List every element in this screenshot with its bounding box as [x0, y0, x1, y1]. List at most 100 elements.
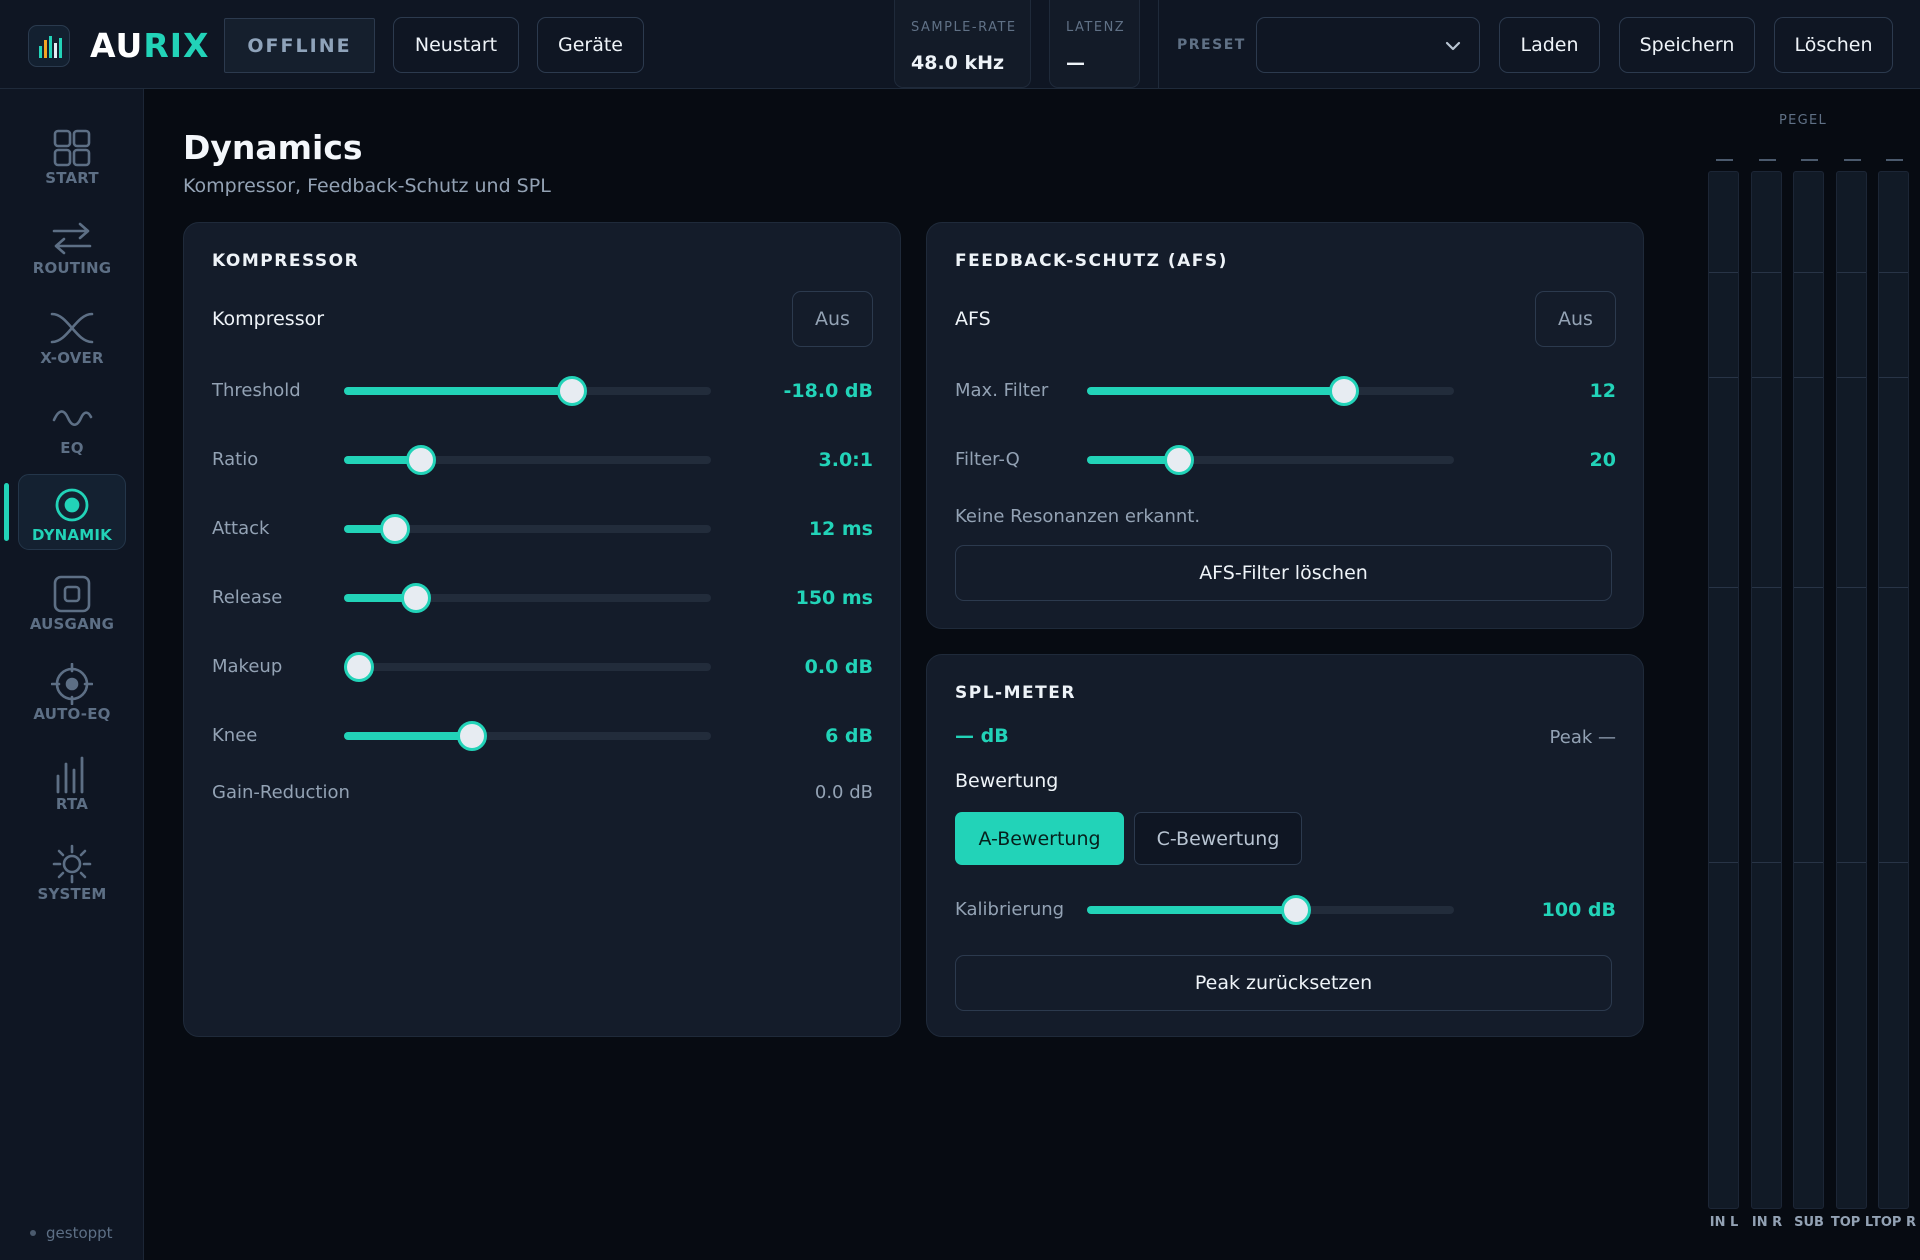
- max-filter-label: Max. Filter: [955, 380, 1049, 401]
- release-slider[interactable]: [344, 583, 711, 613]
- meter-tick: [1752, 272, 1781, 273]
- sidebar-item-label: AUSGANG: [29, 615, 115, 633]
- spl-card: SPL-METER — dB Peak — Bewertung A-Bewert…: [926, 654, 1644, 1037]
- ratio-slider[interactable]: [344, 445, 711, 475]
- filter-q-slider[interactable]: [1087, 445, 1454, 475]
- meter-tick: [1879, 862, 1908, 863]
- slider-thumb[interactable]: [380, 514, 411, 544]
- threshold-slider[interactable]: [344, 376, 711, 406]
- grid-icon: [52, 128, 92, 168]
- meter-tick: [1837, 272, 1866, 273]
- meter-tick: [1709, 862, 1738, 863]
- meter-tick: [1709, 587, 1738, 588]
- status-dot-icon: [30, 1230, 36, 1236]
- sidebar-item-label: START: [45, 169, 99, 187]
- meter-tick: [1837, 377, 1866, 378]
- sidebar-item-start[interactable]: START: [18, 118, 126, 194]
- afs-info-text: Keine Resonanzen erkannt.: [955, 506, 1201, 527]
- clear-afs-filters-button[interactable]: AFS-Filter löschen: [955, 545, 1612, 601]
- compressor-card: KOMPRESSOR Kompressor Aus Threshold -18.…: [183, 222, 901, 1037]
- release-label: Release: [212, 587, 283, 608]
- meter-tick: [1794, 587, 1823, 588]
- sidebar-item-label: ROUTING: [32, 259, 112, 277]
- attack-label: Attack: [212, 518, 270, 539]
- makeup-slider[interactable]: [343, 652, 711, 682]
- c-weighting-button[interactable]: C-Bewertung: [1134, 812, 1302, 865]
- crossover-icon: [50, 308, 94, 348]
- slider-thumb[interactable]: [556, 376, 587, 406]
- meter-peak-cap: [1716, 159, 1733, 161]
- sidebar-item-system[interactable]: SYSTEM: [18, 834, 126, 910]
- meters-title: PEGEL: [1779, 113, 1828, 128]
- latency-value: —: [1066, 52, 1085, 74]
- max-filter-value: 12: [1589, 380, 1616, 402]
- gear-icon: [52, 844, 92, 884]
- devices-button[interactable]: Geräte: [537, 17, 644, 73]
- slider-thumb[interactable]: [406, 445, 437, 475]
- compressor-toggle-button[interactable]: Aus: [792, 291, 873, 347]
- meter-peak-cap: [1844, 159, 1861, 161]
- meter-tick: [1794, 272, 1823, 273]
- sidebar-item-rta[interactable]: RTA: [18, 744, 126, 820]
- meter-tick: [1837, 862, 1866, 863]
- output-icon: [52, 574, 92, 614]
- crosshair-icon: [51, 663, 93, 705]
- knee-value: 6 dB: [825, 725, 873, 747]
- afs-enable-label: AFS: [955, 308, 991, 330]
- attack-slider[interactable]: [344, 514, 711, 544]
- restart-button[interactable]: Neustart: [393, 17, 519, 73]
- meter-peak-cap: [1886, 159, 1903, 161]
- save-preset-button[interactable]: Speichern: [1619, 17, 1755, 73]
- slider-thumb[interactable]: [343, 652, 374, 682]
- sidebar-item-auto-eq[interactable]: AUTO-EQ: [18, 654, 126, 730]
- reset-peak-button[interactable]: Peak zurücksetzen: [955, 955, 1612, 1011]
- makeup-label: Makeup: [212, 656, 283, 677]
- meter-tick: [1709, 272, 1738, 273]
- gain-reduction-label: Gain-Reduction: [212, 782, 350, 803]
- meter-channel-label: TOP R: [1872, 1215, 1916, 1230]
- load-preset-button[interactable]: Laden: [1499, 17, 1600, 73]
- afs-toggle-button[interactable]: Aus: [1535, 291, 1616, 347]
- sidebar-item-routing[interactable]: ROUTING: [18, 208, 126, 284]
- slider-track: [344, 663, 711, 671]
- engine-status-text: gestoppt: [46, 1224, 113, 1242]
- sidebar-item-label: DYNAMIK: [32, 526, 112, 544]
- spl-reading: — dB: [955, 725, 1009, 747]
- card-title: KOMPRESSOR: [212, 251, 360, 271]
- sidebar-item-label: AUTO-EQ: [33, 705, 111, 723]
- knee-label: Knee: [212, 725, 258, 746]
- compressor-enable-label: Kompressor: [212, 308, 325, 330]
- release-value: 150 ms: [795, 587, 873, 609]
- slider-thumb[interactable]: [457, 721, 488, 751]
- latency-stat: LATENZ —: [1049, 0, 1140, 88]
- divider: [1158, 0, 1159, 88]
- sidebar-item-xover[interactable]: X-OVER: [18, 298, 126, 374]
- arrows-swap-icon: [50, 218, 94, 258]
- sidebar-item-label: X-OVER: [40, 349, 104, 367]
- slider-fill: [1087, 906, 1297, 914]
- level-meter-bar: [1708, 159, 1739, 1209]
- slider-thumb[interactable]: [1281, 895, 1312, 925]
- delete-preset-button[interactable]: Löschen: [1774, 17, 1893, 73]
- max-filter-slider[interactable]: [1087, 376, 1454, 406]
- meter-tick: [1879, 587, 1908, 588]
- level-meter-bar: [1878, 159, 1909, 1209]
- brand-part2: RIX: [143, 26, 210, 65]
- sample-rate-stat: SAMPLE-RATE 48.0 kHz: [894, 0, 1031, 88]
- wave-icon: [51, 398, 93, 438]
- spl-peak-readout: Peak —: [1549, 727, 1616, 748]
- preset-select[interactable]: [1256, 17, 1480, 73]
- slider-thumb[interactable]: [1328, 376, 1359, 406]
- slider-thumb[interactable]: [400, 583, 431, 613]
- level-meter-bar: [1836, 159, 1867, 1209]
- a-weighting-button[interactable]: A-Bewertung: [955, 812, 1124, 865]
- calibration-slider[interactable]: [1087, 895, 1454, 925]
- sidebar-item-ausgang[interactable]: AUSGANG: [18, 564, 126, 640]
- sidebar-item-eq[interactable]: EQ: [18, 388, 126, 464]
- slider-thumb[interactable]: [1163, 445, 1194, 475]
- sample-rate-value: 48.0 kHz: [911, 52, 1005, 74]
- bars-icon: [54, 754, 90, 794]
- knee-slider[interactable]: [344, 721, 711, 751]
- page-title: Dynamics: [183, 128, 363, 167]
- sidebar-item-dynamik[interactable]: DYNAMIK: [18, 474, 126, 550]
